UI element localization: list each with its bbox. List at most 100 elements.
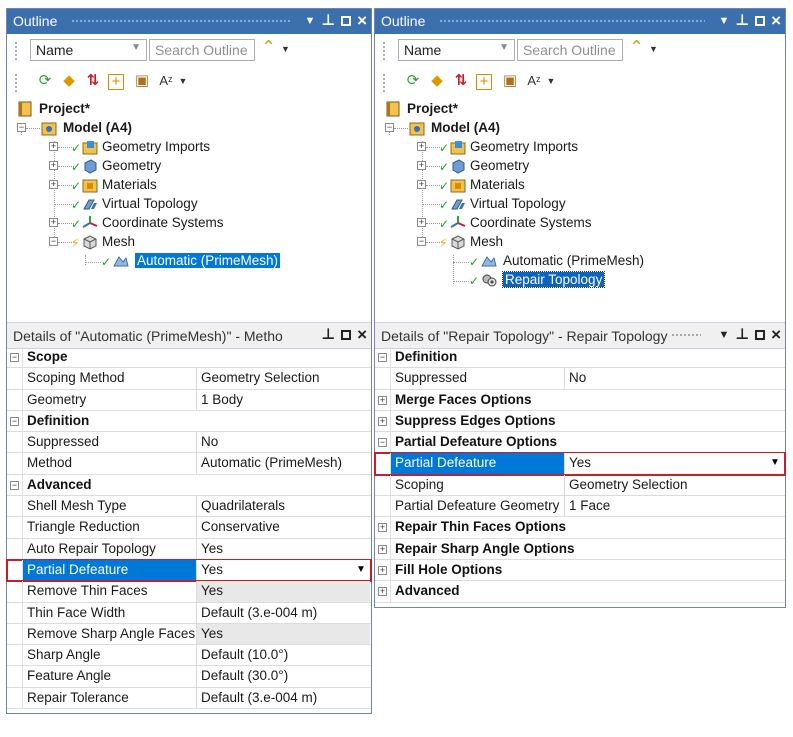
sort-dropdown-icon[interactable]: ▼ bbox=[281, 44, 290, 54]
collapse-icon[interactable]: − bbox=[417, 237, 426, 246]
expand-icon[interactable]: + bbox=[378, 587, 387, 597]
pin-icon[interactable]: ⊥ bbox=[735, 13, 749, 29]
group-fill-hole-options[interactable]: + Fill Hole Options bbox=[375, 559, 785, 582]
folder-icon[interactable]: ▣ bbox=[133, 72, 151, 90]
maximize-icon[interactable] bbox=[341, 330, 352, 340]
expand-all-icon[interactable]: + bbox=[108, 74, 124, 90]
prop-value[interactable]: Yes bbox=[196, 623, 370, 645]
dropdown-arrow-icon[interactable]: ▼ bbox=[353, 562, 369, 578]
sort-az-dropdown-icon[interactable]: ▼ bbox=[174, 72, 192, 90]
collapse-icon[interactable]: − bbox=[378, 438, 387, 448]
close-icon[interactable]: × bbox=[357, 326, 367, 343]
row-partial-defeature[interactable]: Partial Defeature Yes ▼ bbox=[6, 558, 372, 583]
prop-value-dropdown[interactable]: Yes bbox=[196, 559, 370, 581]
row-repair-tolerance[interactable]: Repair Tolerance Default (3.e-004 m) bbox=[7, 687, 371, 710]
group-suppress-edges-options[interactable]: + Suppress Edges Options bbox=[375, 410, 785, 433]
row-shell-mesh-type[interactable]: Shell Mesh Type Quadrilaterals bbox=[7, 496, 371, 518]
expand-icon[interactable]: + bbox=[378, 523, 387, 533]
drag-grip[interactable] bbox=[439, 19, 705, 24]
pin-icon[interactable]: ⊥ bbox=[321, 327, 335, 343]
drag-grip[interactable] bbox=[671, 333, 701, 338]
row-scoping-method[interactable]: Scoping Method Geometry Selection bbox=[7, 368, 371, 390]
group-advanced[interactable]: − Advanced bbox=[7, 474, 371, 497]
maximize-icon[interactable] bbox=[755, 330, 766, 340]
row-triangle-reduction[interactable]: Triangle Reduction Conservative bbox=[7, 517, 371, 539]
sort-up-icon[interactable]: ⌃ bbox=[629, 37, 644, 58]
row-remove-sharp-angle-faces[interactable]: Remove Sharp Angle Faces Yes bbox=[7, 623, 371, 646]
dropdown-arrow-icon[interactable]: ▼ bbox=[767, 455, 783, 471]
pin-icon[interactable]: ⊥ bbox=[735, 327, 749, 343]
expand-icon[interactable]: + bbox=[378, 544, 387, 554]
close-icon[interactable]: × bbox=[357, 12, 367, 29]
sort-az-icon[interactable]: Aᶻ bbox=[525, 72, 543, 90]
close-icon[interactable]: × bbox=[771, 12, 781, 29]
prop-value[interactable]: Default (3.e-004 m) bbox=[196, 687, 370, 709]
collapse-icon[interactable]: − bbox=[17, 123, 26, 132]
group-merge-faces-options[interactable]: + Merge Faces Options bbox=[375, 389, 785, 411]
row-remove-thin-faces[interactable]: Remove Thin Faces Yes bbox=[7, 581, 371, 603]
expand-icon[interactable]: + bbox=[49, 142, 58, 151]
maximize-icon[interactable] bbox=[341, 16, 352, 26]
row-method[interactable]: Method Automatic (PrimeMesh) bbox=[7, 453, 371, 475]
row-suppressed[interactable]: Suppressed No bbox=[375, 368, 785, 390]
prop-value[interactable]: Conservative bbox=[196, 517, 370, 538]
sort-az-icon[interactable]: Aᶻ bbox=[157, 72, 175, 90]
prop-value[interactable]: 1 Body bbox=[196, 389, 370, 410]
expand-icon[interactable]: + bbox=[378, 565, 387, 575]
prop-value[interactable]: Geometry Selection bbox=[564, 474, 784, 496]
expand-icon[interactable]: + bbox=[49, 161, 58, 170]
window-menu-icon[interactable]: ▼ bbox=[718, 327, 729, 343]
expand-icon[interactable]: + bbox=[49, 180, 58, 189]
expand-all-icon[interactable]: + bbox=[476, 74, 492, 90]
group-partial-defeature-options[interactable]: − Partial Defeature Options bbox=[375, 432, 785, 454]
sort-az-dropdown-icon[interactable]: ▼ bbox=[542, 72, 560, 90]
folder-icon[interactable]: ▣ bbox=[501, 72, 519, 90]
row-partial-defeature-geometry[interactable]: Partial Defeature Geometry 1 Face bbox=[375, 496, 785, 518]
prop-value[interactable]: Quadrilaterals bbox=[196, 496, 370, 517]
sort-arrows-icon[interactable]: ⇅ bbox=[452, 72, 470, 90]
collapse-icon[interactable]: − bbox=[49, 237, 58, 246]
close-icon[interactable]: × bbox=[771, 326, 781, 343]
expand-icon[interactable]: + bbox=[378, 416, 387, 426]
expand-icon[interactable]: + bbox=[417, 180, 426, 189]
collapse-icon[interactable]: − bbox=[10, 416, 19, 426]
maximize-icon[interactable] bbox=[755, 16, 766, 26]
collapse-icon[interactable]: − bbox=[10, 480, 19, 490]
row-feature-angle[interactable]: Feature Angle Default (30.0°) bbox=[7, 666, 371, 688]
filter-name-combo[interactable]: Name ▼ bbox=[398, 39, 515, 61]
prop-value[interactable]: No bbox=[564, 368, 784, 389]
eraser-icon[interactable]: ◆ bbox=[428, 72, 446, 90]
prop-value[interactable]: Default (30.0°) bbox=[196, 666, 370, 687]
refresh-icon[interactable]: ⟳ bbox=[36, 72, 54, 90]
expand-icon[interactable]: + bbox=[417, 161, 426, 170]
row-partial-defeature[interactable]: Partial Defeature Yes ▼ bbox=[374, 452, 786, 476]
group-definition[interactable]: − Definition bbox=[7, 410, 371, 433]
row-suppressed[interactable]: Suppressed No bbox=[7, 432, 371, 454]
row-geometry[interactable]: Geometry 1 Body bbox=[7, 389, 371, 411]
collapse-icon[interactable]: − bbox=[10, 353, 19, 362]
collapse-icon[interactable]: − bbox=[385, 123, 394, 132]
row-auto-repair-topology[interactable]: Auto Repair Topology Yes bbox=[7, 538, 371, 560]
group-repair-thin-faces-options[interactable]: + Repair Thin Faces Options bbox=[375, 517, 785, 539]
prop-value[interactable]: Default (10.0°) bbox=[196, 645, 370, 666]
expand-icon[interactable]: + bbox=[417, 218, 426, 227]
expand-icon[interactable]: + bbox=[49, 218, 58, 227]
filter-name-combo[interactable]: Name ▼ bbox=[30, 39, 147, 61]
prop-value[interactable]: 1 Face bbox=[564, 496, 784, 517]
window-menu-icon[interactable]: ▼ bbox=[718, 13, 729, 29]
eraser-icon[interactable]: ◆ bbox=[60, 72, 78, 90]
prop-value[interactable]: Geometry Selection bbox=[196, 368, 370, 389]
row-thin-face-width[interactable]: Thin Face Width Default (3.e-004 m) bbox=[7, 602, 371, 624]
prop-value[interactable]: Yes bbox=[196, 581, 370, 602]
collapse-icon[interactable]: − bbox=[378, 353, 387, 362]
group-scope[interactable]: − Scope bbox=[7, 347, 371, 369]
pin-icon[interactable]: ⊥ bbox=[321, 13, 335, 29]
prop-value[interactable]: Yes bbox=[196, 538, 370, 559]
prop-value[interactable]: Automatic (PrimeMesh) bbox=[196, 453, 370, 474]
row-scoping[interactable]: Scoping Geometry Selection bbox=[375, 474, 785, 497]
prop-value-dropdown[interactable]: Yes bbox=[564, 453, 784, 474]
drag-grip[interactable] bbox=[71, 19, 291, 24]
row-sharp-angle[interactable]: Sharp Angle Default (10.0°) bbox=[7, 645, 371, 667]
sort-dropdown-icon[interactable]: ▼ bbox=[649, 44, 658, 54]
sort-arrows-icon[interactable]: ⇅ bbox=[84, 72, 102, 90]
